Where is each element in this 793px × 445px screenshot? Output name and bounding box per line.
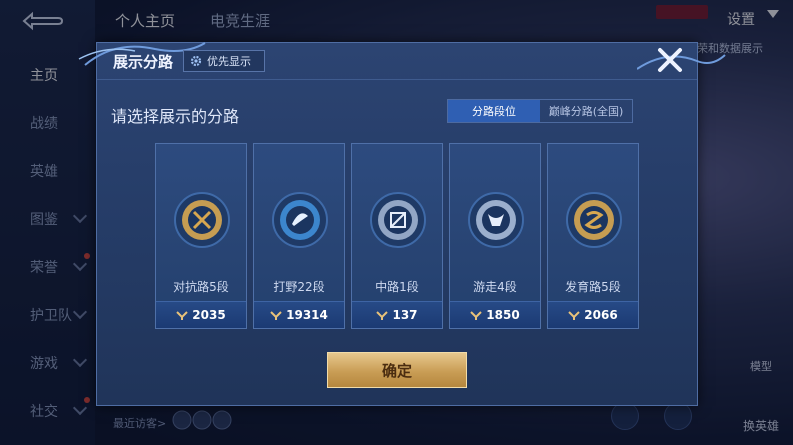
rank-chevron-icon [470,311,483,320]
lane-card[interactable]: 对抗路5段 2035 [155,143,247,329]
lane-display-dialog: 展示分路 优先显示 请选择展示的分路 分路段位 巅峰分路(全国) 对抗路5段 2… [78,42,726,406]
jungle-emblem-icon [272,192,328,248]
clash-lane-emblem-icon [174,192,230,248]
lane-name: 对抗路5段 [173,280,229,294]
confirm-button[interactable]: 确定 [327,352,467,388]
lane-score: 19314 [286,308,328,322]
lane-mode-toggle: 分路段位 巅峰分路(全国) [447,99,633,123]
lane-card[interactable]: 中路1段 137 [351,143,443,329]
lane-score: 2066 [584,308,618,322]
lane-score-bar: 137 [352,301,442,328]
dialog-title: 展示分路 [113,53,174,71]
lane-score-bar: 19314 [254,301,344,328]
lane-score: 2035 [192,308,226,322]
lane-name: 发育路5段 [565,280,621,294]
dialog-header: 展示分路 优先显示 [78,42,726,80]
lane-name: 打野22段 [273,280,325,294]
rank-chevron-icon [176,311,189,320]
rank-chevron-icon [376,311,389,320]
roam-emblem-icon [468,192,524,248]
lane-card[interactable]: 游走4段 1850 [449,143,541,329]
close-icon[interactable] [655,45,685,75]
priority-display-label: 优先显示 [207,55,251,68]
lane-card[interactable]: 发育路5段 2066 [547,143,639,329]
priority-display-button[interactable]: 优先显示 [183,50,265,72]
toggle-peak-lane[interactable]: 巅峰分路(全国) [540,100,632,122]
lane-cards: 对抗路5段 2035 打野22段 19314 中路1段 137 游走4段 185… [155,143,641,329]
lane-score: 137 [392,308,418,322]
farm-lane-emblem-icon [566,192,622,248]
lane-score-bar: 2066 [548,301,638,328]
lane-card[interactable]: 打野22段 19314 [253,143,345,329]
toggle-lane-rank[interactable]: 分路段位 [448,100,540,122]
select-lane-prompt: 请选择展示的分路 [111,107,240,126]
lane-name: 游走4段 [473,280,517,294]
lane-score-bar: 1850 [450,301,540,328]
lane-name: 中路1段 [375,280,419,294]
gear-icon [190,55,202,67]
lane-score-bar: 2035 [156,301,246,328]
rank-chevron-icon [568,311,581,320]
lane-score: 1850 [486,308,520,322]
rank-chevron-icon [270,311,282,320]
mid-lane-emblem-icon [370,192,426,248]
